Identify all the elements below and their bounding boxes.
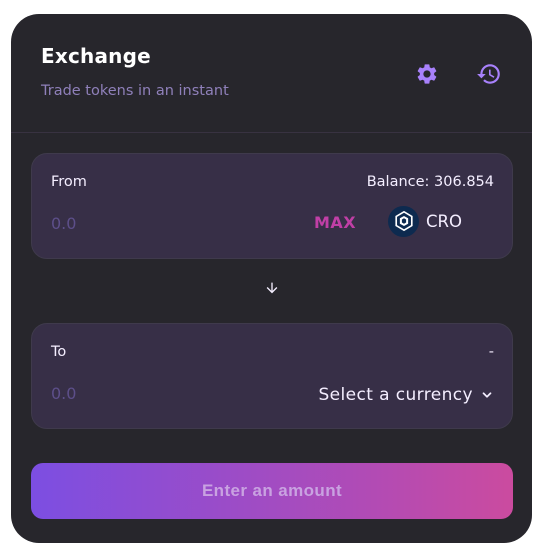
page-subtitle: Trade tokens in an instant xyxy=(41,83,229,99)
history-icon xyxy=(477,64,500,84)
chevron-down-icon xyxy=(480,388,494,402)
to-amount-input[interactable] xyxy=(51,384,181,403)
to-balance-placeholder: - xyxy=(488,344,494,360)
select-currency-label: Select a currency xyxy=(318,385,473,405)
from-label: From xyxy=(51,174,87,190)
history-button[interactable] xyxy=(474,59,504,89)
swap-direction-button[interactable] xyxy=(262,278,282,298)
max-button[interactable]: MAX xyxy=(314,213,356,232)
gear-icon xyxy=(417,64,437,84)
to-panel: To - Select a currency xyxy=(31,323,513,429)
from-amount-input[interactable] xyxy=(51,214,181,233)
from-panel: From Balance: 306.854 MAX CRO xyxy=(31,153,513,259)
select-currency-button[interactable]: Select a currency xyxy=(318,385,494,405)
to-label: To xyxy=(51,344,67,360)
exchange-card: Exchange Trade tokens in an instant From… xyxy=(11,14,532,543)
token-symbol: CRO xyxy=(426,211,462,231)
balance-text: Balance: 306.854 xyxy=(366,174,494,190)
cro-logo-icon xyxy=(388,205,419,237)
page-title: Exchange xyxy=(41,44,151,68)
card-header: Exchange Trade tokens in an instant xyxy=(11,14,532,133)
arrow-down-icon xyxy=(266,282,278,294)
from-token-select[interactable]: CRO xyxy=(388,205,462,237)
enter-amount-button[interactable]: Enter an amount xyxy=(31,463,513,519)
settings-button[interactable] xyxy=(412,59,442,89)
